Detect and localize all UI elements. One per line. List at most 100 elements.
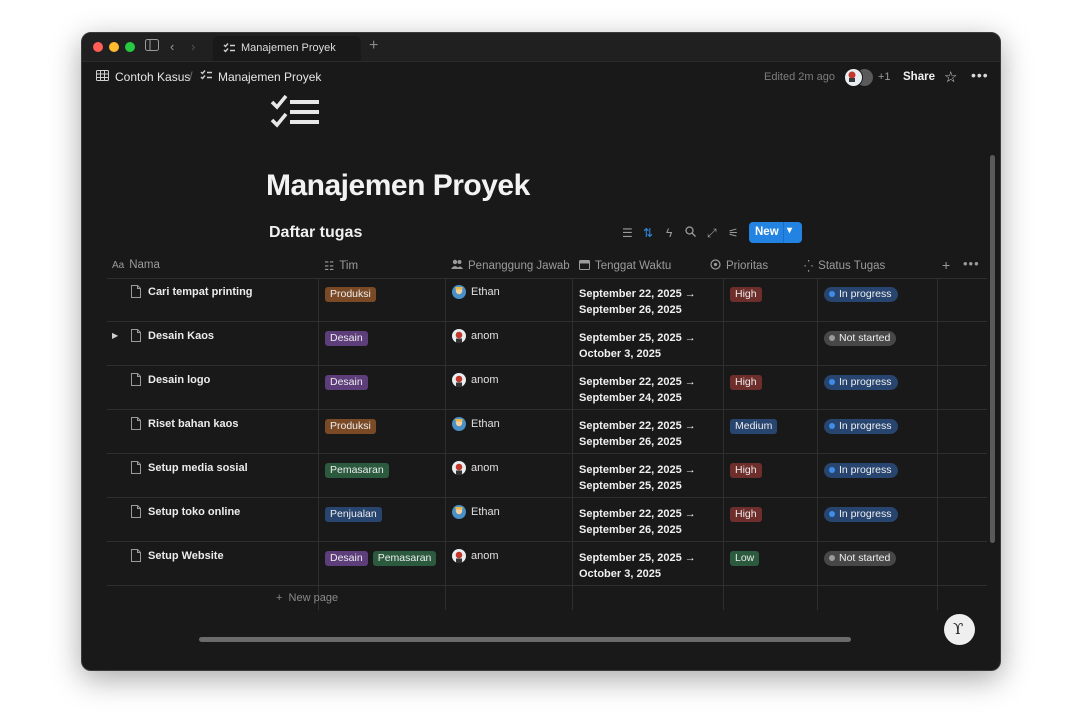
team-cell[interactable]: Desain (325, 328, 373, 371)
more-options-icon[interactable]: ••• (963, 256, 980, 271)
assignee-cell[interactable]: Ethan (452, 505, 500, 519)
column-header-penanggung-jawab[interactable]: Penanggung Jawab (451, 259, 570, 272)
assignee-cell[interactable]: anom (452, 461, 499, 475)
task-name[interactable]: Desain logo (148, 374, 210, 386)
team-cell[interactable]: Produksi (325, 284, 381, 327)
task-name[interactable]: Setup Website (148, 550, 224, 562)
due-date-cell[interactable]: September 22, 2025 → September 26, 2025 (579, 506, 696, 538)
due-date-cell[interactable]: September 25, 2025 → October 3, 2025 (579, 550, 696, 582)
task-name[interactable]: Setup toko online (148, 506, 240, 518)
close-window-button[interactable] (93, 42, 103, 52)
add-property-icon[interactable]: + (942, 257, 950, 273)
avatar (452, 505, 466, 519)
search-icon[interactable] (685, 226, 696, 240)
view-settings-icon[interactable]: ⚟ (728, 226, 739, 240)
date-end: October 3, 2025 (579, 348, 661, 360)
table-row[interactable]: Desain logo Desain anom September 22, 2025 … (107, 366, 987, 410)
priority-cell[interactable]: High (730, 460, 767, 503)
minimize-window-button[interactable] (109, 42, 119, 52)
priority-cell[interactable]: High (730, 284, 767, 327)
date-start: September 22, 2025 → (579, 288, 696, 300)
edited-timestamp[interactable]: Edited 2m ago (764, 71, 835, 83)
assignee-cell[interactable]: anom (452, 549, 499, 563)
assignee-name: anom (471, 374, 499, 386)
status-cell[interactable]: In progress (824, 504, 898, 547)
task-name[interactable]: Cari tempat printing (148, 286, 253, 298)
checklist-icon (223, 43, 235, 57)
priority-tag: High (730, 375, 762, 390)
table-row[interactable]: ▶ Desain Kaos Desain anom September 25, 2025… (107, 322, 987, 366)
due-date-cell[interactable]: September 22, 2025 → September 25, 2025 (579, 462, 696, 494)
table-row[interactable]: Setup Website Desain Pemasaran anom Septembe… (107, 542, 987, 586)
team-cell[interactable]: Pemasaran (325, 460, 394, 503)
column-header-prioritas[interactable]: Prioritas (710, 259, 768, 273)
task-name[interactable]: Setup media sosial (148, 462, 248, 474)
tab-manajemen-proyek[interactable]: Manajemen Proyek (213, 36, 361, 61)
assignee-cell[interactable]: Ethan (452, 417, 500, 431)
back-icon[interactable]: ‹ (170, 39, 174, 55)
team-cell[interactable]: Desain Pemasaran (325, 548, 441, 591)
filter-icon[interactable]: ☰ (622, 226, 633, 240)
avatar (452, 373, 466, 387)
assignee-cell[interactable]: anom (452, 329, 499, 343)
status-cell[interactable]: Not started (824, 328, 897, 371)
status-cell[interactable]: In progress (824, 460, 898, 503)
status-cell[interactable]: In progress (824, 284, 898, 327)
date-end: September 26, 2025 (579, 436, 682, 448)
status-cell[interactable]: Not started (824, 548, 897, 591)
assignee-cell[interactable]: Ethan (452, 285, 500, 299)
new-tab-icon[interactable]: + (369, 37, 378, 55)
column-header-tenggat-waktu[interactable]: Tenggat Waktu (579, 259, 671, 273)
help-button[interactable]: ϒ (944, 614, 975, 645)
page-title[interactable]: Manajemen Proyek (266, 169, 530, 203)
task-name[interactable]: Desain Kaos (148, 330, 214, 342)
status-badge: In progress (824, 462, 898, 478)
horizontal-scrollbar[interactable] (199, 637, 851, 642)
priority-tag: Low (730, 551, 760, 566)
table-row[interactable]: Riset bahan kaos Produksi Ethan September 2… (107, 410, 987, 454)
team-cell[interactable]: Produksi (325, 416, 381, 459)
priority-cell[interactable]: High (730, 504, 767, 547)
sidebar-toggle-icon[interactable] (145, 39, 159, 55)
table-row[interactable]: Setup toko online Penjualan Ethan September… (107, 498, 987, 542)
new-page-button[interactable]: + New page (276, 592, 338, 604)
due-date-cell[interactable]: September 22, 2025 → September 24, 2025 (579, 374, 696, 406)
database-view-title[interactable]: Daftar tugas (269, 224, 362, 242)
table-row[interactable]: Cari tempat printing Produksi Ethan Septemb… (107, 278, 987, 322)
priority-cell[interactable]: High (730, 372, 767, 415)
vertical-scrollbar[interactable] (990, 155, 995, 543)
status-cell[interactable]: In progress (824, 372, 898, 415)
chevron-down-icon[interactable]: ▾ (787, 225, 792, 236)
breadcrumb-item-manajemen-proyek[interactable]: Manajemen Proyek (200, 70, 321, 84)
priority-cell[interactable]: Medium (730, 416, 782, 459)
due-date-cell[interactable]: September 22, 2025 → September 26, 2025 (579, 286, 696, 318)
task-name[interactable]: Riset bahan kaos (148, 418, 238, 430)
sort-icon[interactable]: ⇅ (643, 226, 653, 240)
column-header-tim[interactable]: ☷ Tim (324, 259, 358, 273)
column-header-nama[interactable]: Aa Nama (112, 259, 160, 271)
share-button[interactable]: Share (903, 71, 935, 83)
due-date-cell[interactable]: September 25, 2025 → October 3, 2025 (579, 330, 696, 362)
collaborator-avatars[interactable] (844, 68, 874, 88)
assignee-cell[interactable]: anom (452, 373, 499, 387)
expand-icon[interactable]: ⤢ (707, 226, 717, 241)
automation-bolt-icon[interactable]: ϟ (666, 226, 672, 240)
new-button[interactable]: New ▾ (749, 222, 802, 243)
status-cell[interactable]: In progress (824, 416, 898, 459)
breadcrumb-item-contoh-kasus[interactable]: Contoh Kasus (96, 70, 190, 84)
due-date-cell[interactable]: September 22, 2025 → September 26, 2025 (579, 418, 696, 450)
priority-cell[interactable]: Low (730, 548, 764, 591)
expand-toggle-icon[interactable]: ▶ (112, 331, 118, 340)
collaborator-count[interactable]: +1 (878, 71, 891, 83)
page-checklist-icon[interactable] (270, 94, 320, 131)
favorite-star-icon[interactable]: ☆ (944, 68, 957, 86)
maximize-window-button[interactable] (125, 42, 135, 52)
date-end: September 26, 2025 (579, 304, 682, 316)
team-cell[interactable]: Penjualan (325, 504, 387, 547)
forward-icon[interactable]: › (191, 39, 195, 55)
team-tag: Desain (325, 375, 368, 390)
more-options-icon[interactable]: ••• (971, 67, 989, 83)
team-cell[interactable]: Desain (325, 372, 373, 415)
column-header-status-tugas[interactable]: ⁛ Status Tugas (804, 259, 885, 273)
table-row[interactable]: Setup media sosial Pemasaran anom September… (107, 454, 987, 498)
